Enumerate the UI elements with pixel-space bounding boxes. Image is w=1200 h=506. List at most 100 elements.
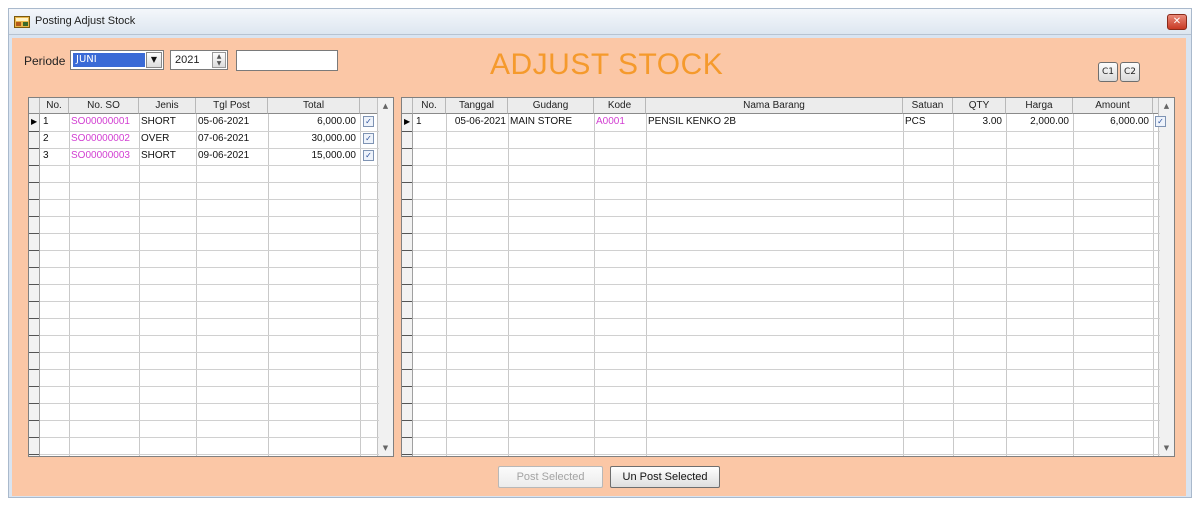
chevron-down-icon[interactable]: ▼ [146,52,162,68]
row-indicator-line [29,318,39,319]
table-cell-total[interactable]: 15,000.00 [270,148,357,164]
col-header-qty[interactable]: QTY [953,98,1006,114]
grid-row-line [413,199,1160,200]
grid-row-line [413,318,1160,319]
table-cell-tgl-post[interactable]: 07-06-2021 [198,131,266,147]
c2-button[interactable]: C2 [1120,62,1140,82]
row-indicator-line [29,369,39,370]
item-detail-grid[interactable]: No. Tanggal Gudang Kode Nama Barang Satu… [401,97,1175,457]
table-cell-nama-barang[interactable]: PENSIL KENKO 2B [648,114,901,130]
table-cell-jenis[interactable]: SHORT [141,114,194,130]
title-bar[interactable]: Posting Adjust Stock ✕ [9,9,1191,35]
grid-corner [29,98,40,114]
col-header-kode[interactable]: Kode [594,98,646,114]
row-indicator-line [29,199,39,200]
col-header-jenis[interactable]: Jenis [139,98,196,114]
table-cell-kode[interactable]: A0001 [596,114,644,130]
grid-row-line [413,165,1160,166]
table-cell-no[interactable]: 1 [416,114,444,130]
so-list-grid[interactable]: No. No. SO Jenis Tgl Post Total ▲ ▼ ▶ 1 SO… [28,97,394,457]
row-checkbox[interactable]: ✓ [363,133,374,144]
row-indicator-line [29,403,39,404]
year-value: 2021 [175,54,200,66]
vertical-scrollbar[interactable]: ▲ ▼ [377,98,393,456]
grid-row-line [413,403,1160,404]
table-cell-total[interactable]: 30,000.00 [270,131,357,147]
table-cell-jenis[interactable]: OVER [141,131,194,147]
table-cell-no[interactable]: 1 [43,114,67,130]
grid-row-line [40,352,379,353]
table-cell-no[interactable]: 2 [43,131,67,147]
col-header-satuan[interactable]: Satuan [903,98,953,114]
row-indicator-line [402,131,412,132]
grid-row-line [413,216,1160,217]
col-header-amount[interactable]: Amount [1073,98,1153,114]
row-checkbox[interactable]: ✓ [1155,116,1166,127]
extra-field[interactable] [236,50,338,71]
table-cell-harga[interactable]: 2,000.00 [1008,114,1069,130]
row-checkbox[interactable]: ✓ [363,116,374,127]
table-cell-no-so[interactable]: SO00000001 [71,114,137,130]
col-header-nama-barang[interactable]: Nama Barang [646,98,903,114]
table-cell-total[interactable]: 6,000.00 [270,114,356,130]
scroll-up-icon[interactable]: ▲ [378,98,393,114]
scroll-down-icon[interactable]: ▼ [378,440,393,456]
grid-row-line [413,267,1160,268]
window-title: Posting Adjust Stock [35,15,136,27]
col-header-harga[interactable]: Harga [1006,98,1073,114]
grid-row-line [40,454,379,455]
table-cell-satuan[interactable]: PCS [905,114,951,130]
grid-row-line [413,131,1160,132]
row-indicator-line [29,335,39,336]
spinner-arrows-icon[interactable]: ▲ ▼ [212,52,226,68]
row-indicator-line [402,403,412,404]
table-cell-no[interactable]: 3 [43,148,67,164]
grid-row-line [413,454,1160,455]
table-cell-amount[interactable]: 6,000.00 [1075,114,1149,130]
table-cell-tgl-post[interactable]: 09-06-2021 [198,148,266,164]
table-cell-jenis[interactable]: SHORT [141,148,194,164]
table-cell-tgl-post[interactable]: 05-06-2021 [198,114,266,130]
col-header-no-so[interactable]: No. SO [69,98,139,114]
month-select[interactable]: JUNI ▼ [70,50,164,70]
close-button[interactable]: ✕ [1167,14,1187,30]
row-indicator-line [29,284,39,285]
row-indicator-line [402,216,412,217]
col-header-gudang[interactable]: Gudang [508,98,594,114]
grid-row-line [413,301,1160,302]
row-indicator-line [402,335,412,336]
table-cell-no-so[interactable]: SO00000003 [71,148,137,164]
grid-row-line [40,301,379,302]
table-cell-gudang[interactable]: MAIN STORE [510,114,592,130]
grid-row-line [413,369,1160,370]
col-header-tgl-post[interactable]: Tgl Post [196,98,268,114]
row-indicator-line [402,233,412,234]
scroll-down-icon[interactable]: ▼ [1159,440,1174,456]
row-checkbox[interactable]: ✓ [363,150,374,161]
row-indicator-line [402,386,412,387]
col-header-tanggal[interactable]: Tanggal [446,98,508,114]
c1-button[interactable]: C1 [1098,62,1118,82]
table-cell-tanggal[interactable]: 05-06-2021 [448,114,506,130]
unpost-selected-button[interactable]: Un Post Selected [610,466,720,488]
row-indicator-line [29,386,39,387]
scroll-up-icon[interactable]: ▲ [1159,98,1174,114]
col-header-total[interactable]: Total [268,98,360,114]
grid-row-line [413,182,1160,183]
table-cell-no-so[interactable]: SO00000002 [71,131,137,147]
col-header-no[interactable]: No. [413,98,446,114]
post-selected-button[interactable]: Post Selected [498,466,603,488]
row-indicator-line [29,267,39,268]
grid-row-line [413,250,1160,251]
table-cell-qty[interactable]: 3.00 [955,114,1002,130]
grid-row-line [40,216,379,217]
row-indicator-line [29,233,39,234]
col-header-no[interactable]: No. [40,98,69,114]
row-indicator-line [29,352,39,353]
vertical-scrollbar[interactable]: ▲ ▼ [1158,98,1174,456]
grid-row-line [40,284,379,285]
posting-adjust-stock-window: Posting Adjust Stock ✕ Periode JUNI ▼ 20… [8,8,1192,498]
grid-row-line [413,420,1160,421]
row-indicator-line [402,454,412,455]
year-spinner[interactable]: 2021 ▲ ▼ [170,50,228,70]
